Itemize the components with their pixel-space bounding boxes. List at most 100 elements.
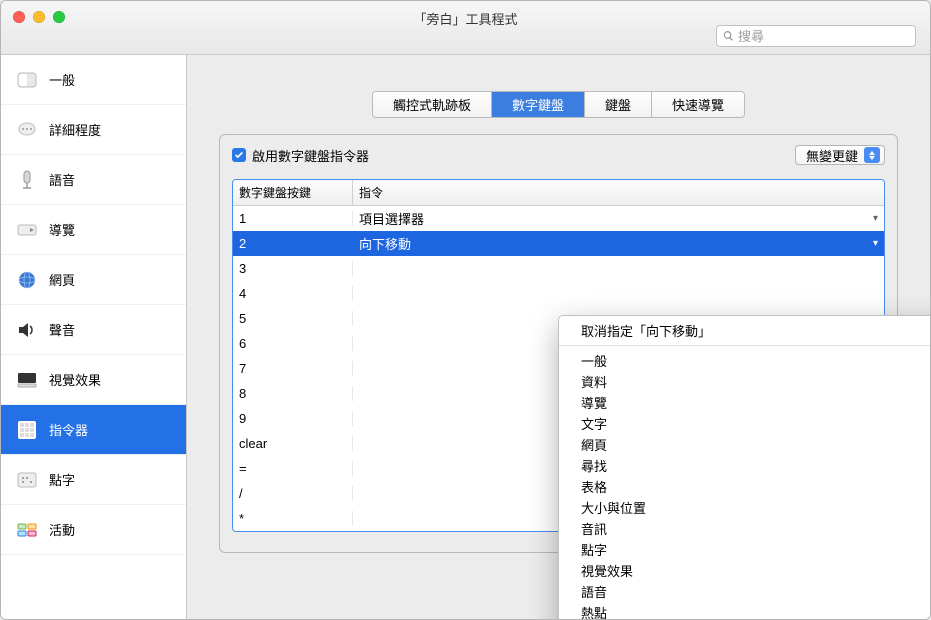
- cell-key: 3: [233, 261, 353, 276]
- menu-item-label: 資料: [581, 372, 607, 391]
- menu-item-submenu[interactable]: 表格▶: [559, 476, 931, 497]
- menu-item-label: 網頁: [581, 435, 607, 454]
- commander-tabs: 觸控式軌跡板 數字鍵盤 鍵盤 快速導覽: [372, 91, 745, 118]
- sidebar-item-label: 聲音: [49, 320, 75, 339]
- menu-item-submenu[interactable]: 視覺效果▶: [559, 560, 931, 581]
- cell-key: 8: [233, 386, 353, 401]
- switch-icon: [13, 66, 41, 94]
- menu-item-submenu[interactable]: 熱點▶: [559, 602, 931, 620]
- close-button[interactable]: [13, 11, 25, 23]
- globe-icon: [13, 266, 41, 294]
- cell-key: 5: [233, 311, 353, 326]
- menu-item-submenu[interactable]: 大小與位置▶: [559, 497, 931, 518]
- menu-item-label: 音訊: [581, 519, 607, 538]
- content-area: 觸控式軌跡板 數字鍵盤 鍵盤 快速導覽 啟用數字鍵盤指令器 無變更鍵: [187, 55, 930, 620]
- titlebar: 「旁白」工具程式: [1, 1, 930, 55]
- menu-item-label: 取消指定「向下移動」: [581, 321, 711, 340]
- visuals-icon: [13, 366, 41, 394]
- cell-command[interactable]: 項目選擇器▾: [353, 209, 884, 228]
- menu-item-label: 表格: [581, 477, 607, 496]
- disclosure-icon: ▾: [873, 238, 878, 249]
- menu-item-label: 文字: [581, 414, 607, 433]
- menu-item-submenu[interactable]: 文字▶: [559, 413, 931, 434]
- menu-item-label: 一般: [581, 351, 607, 370]
- menu-item-unassign[interactable]: 取消指定「向下移動」: [559, 320, 931, 341]
- menu-item-submenu[interactable]: 資料▶: [559, 371, 931, 392]
- cell-key: 2: [233, 236, 353, 251]
- search-icon: [723, 30, 734, 42]
- search-input[interactable]: [738, 29, 909, 44]
- table-row[interactable]: 2向下移動▾: [233, 231, 884, 256]
- tab-trackpad[interactable]: 觸控式軌跡板: [373, 92, 492, 117]
- sidebar-item-braille[interactable]: 點字: [1, 455, 186, 505]
- menu-item-submenu[interactable]: 點字▶: [559, 539, 931, 560]
- menu-item-submenu[interactable]: 尋找▶: [559, 455, 931, 476]
- sidebar-item-general[interactable]: 一般: [1, 55, 186, 105]
- cell-key: *: [233, 511, 353, 526]
- sidebar-item-label: 指令器: [49, 420, 88, 439]
- search-field[interactable]: [716, 25, 916, 47]
- sidebar-item-web[interactable]: 網頁: [1, 255, 186, 305]
- table-row[interactable]: 1項目選擇器▾: [233, 206, 884, 231]
- table-header: 數字鍵盤按鍵 指令: [233, 180, 884, 206]
- modifier-popup-value: 無變更鍵: [806, 146, 858, 165]
- menu-item-label: 導覽: [581, 393, 607, 412]
- sidebar-item-navigation[interactable]: 導覽: [1, 205, 186, 255]
- menu-item-label: 尋找: [581, 456, 607, 475]
- menu-item-label: 語音: [581, 582, 607, 601]
- enable-numpad-label: 啟用數字鍵盤指令器: [252, 146, 369, 165]
- menu-item-submenu[interactable]: 導覽▶: [559, 392, 931, 413]
- menu-item-label: 視覺效果: [581, 561, 633, 580]
- tab-keyboard[interactable]: 鍵盤: [585, 92, 652, 117]
- activities-icon: [13, 516, 41, 544]
- tab-quicknav[interactable]: 快速導覽: [652, 92, 744, 117]
- cell-command[interactable]: 向下移動▾: [353, 234, 884, 253]
- cell-key: 4: [233, 286, 353, 301]
- modifier-popup[interactable]: 無變更鍵: [795, 145, 885, 165]
- microphone-icon: [13, 166, 41, 194]
- sidebar-item-label: 一般: [49, 70, 75, 89]
- menu-item-submenu[interactable]: 網頁▶: [559, 434, 931, 455]
- sidebar-item-speech[interactable]: 語音: [1, 155, 186, 205]
- maximize-button[interactable]: [53, 11, 65, 23]
- minimize-button[interactable]: [33, 11, 45, 23]
- sidebar-item-label: 網頁: [49, 270, 75, 289]
- sidebar-item-sound[interactable]: 聲音: [1, 305, 186, 355]
- sidebar-item-label: 視覺效果: [49, 370, 101, 389]
- speaker-icon: [13, 316, 41, 344]
- menu-item-submenu[interactable]: 語音▶: [559, 581, 931, 602]
- menu-item-label: 大小與位置: [581, 498, 646, 517]
- window-body: 一般 詳細程度 語音 導覽 網頁 聲音: [1, 55, 930, 620]
- cell-key: /: [233, 486, 353, 501]
- sidebar-item-label: 活動: [49, 520, 75, 539]
- table-row[interactable]: 3: [233, 256, 884, 281]
- navigation-icon: [13, 216, 41, 244]
- sidebar-item-activities[interactable]: 活動: [1, 505, 186, 555]
- col-command-header[interactable]: 指令: [353, 180, 884, 205]
- sidebar: 一般 詳細程度 語音 導覽 網頁 聲音: [1, 55, 187, 620]
- sidebar-item-label: 詳細程度: [49, 120, 101, 139]
- tab-numpad[interactable]: 數字鍵盤: [492, 92, 585, 117]
- cell-key: clear: [233, 436, 353, 451]
- enable-numpad-checkbox[interactable]: [232, 148, 246, 162]
- cell-command-text: 項目選擇器: [359, 209, 424, 228]
- table-row[interactable]: 4: [233, 281, 884, 306]
- menu-item-submenu[interactable]: 一般▶: [559, 350, 931, 371]
- window: 「旁白」工具程式 一般 詳細程度 語音 導覽: [0, 0, 931, 620]
- enable-row: 啟用數字鍵盤指令器 無變更鍵: [232, 145, 885, 165]
- cell-key: 6: [233, 336, 353, 351]
- cell-key: 1: [233, 211, 353, 226]
- sidebar-item-visuals[interactable]: 視覺效果: [1, 355, 186, 405]
- sidebar-item-commanders[interactable]: 指令器: [1, 405, 186, 455]
- col-key-header[interactable]: 數字鍵盤按鍵: [233, 180, 353, 205]
- menu-item-submenu[interactable]: 音訊▶: [559, 518, 931, 539]
- cell-key: 7: [233, 361, 353, 376]
- command-menu-popup: 取消指定「向下移動」 一般▶資料▶導覽▶文字▶網頁▶尋找▶表格▶大小與位置▶音訊…: [558, 315, 931, 620]
- menu-item-label: 熱點: [581, 603, 607, 620]
- cell-key: =: [233, 461, 353, 476]
- traffic-lights: [13, 11, 65, 23]
- sidebar-item-verbosity[interactable]: 詳細程度: [1, 105, 186, 155]
- braille-icon: [13, 466, 41, 494]
- menu-separator: [559, 345, 931, 346]
- sidebar-item-label: 點字: [49, 470, 75, 489]
